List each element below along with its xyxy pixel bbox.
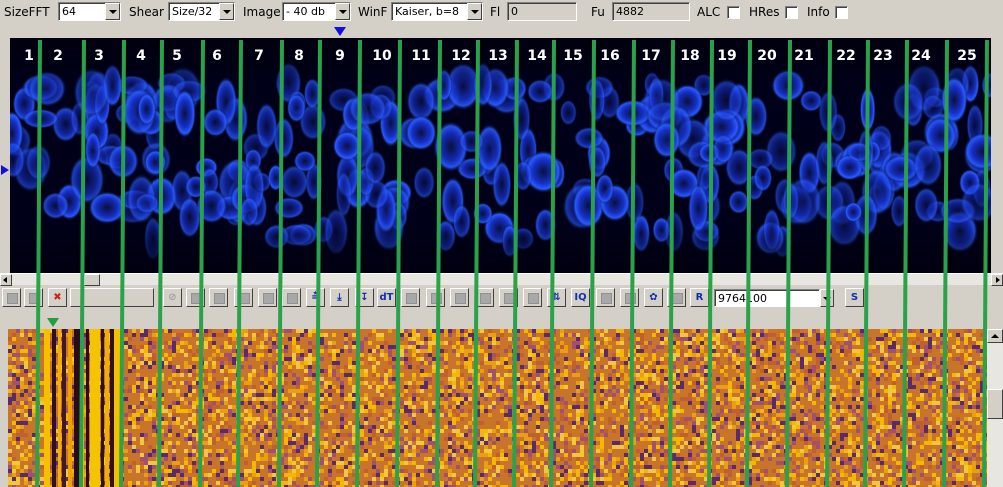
frequency-marker-icon[interactable]	[334, 27, 346, 36]
image-label: Image	[243, 5, 281, 19]
toolbar-button-16[interactable]	[667, 288, 686, 307]
level-marker-icon[interactable]	[1, 165, 9, 175]
hres-label: HRes	[749, 5, 780, 19]
frequency-dropdown-icon[interactable]	[820, 289, 834, 307]
hres-checkbox[interactable]	[785, 6, 798, 19]
scroll-thumb-vertical[interactable]	[987, 389, 1003, 419]
alc-checkbox[interactable]	[727, 6, 740, 19]
chevron-down-icon[interactable]	[219, 3, 234, 20]
winf-label: WinF	[358, 5, 388, 19]
chevron-down-icon[interactable]	[467, 3, 482, 20]
toolbar-button-10[interactable]	[450, 288, 469, 307]
chevron-down-icon[interactable]	[335, 3, 350, 20]
waterfall-panel	[0, 309, 1003, 487]
fu-field: 4882	[612, 2, 690, 21]
shear-label: Shear	[129, 5, 164, 19]
toolbar-button-13[interactable]	[523, 288, 542, 307]
fu-label: Fu	[591, 5, 605, 19]
shear-select[interactable]: Size/32	[168, 2, 235, 21]
toolbar-button-7[interactable]	[282, 288, 301, 307]
toolbar-button-14[interactable]	[596, 288, 615, 307]
shear-value: Size/32	[172, 5, 213, 18]
alc-label: ALC	[697, 5, 721, 19]
frequency-value: 9764100	[718, 292, 767, 305]
sizefft-label: SizeFFT	[4, 5, 50, 19]
stop-icon[interactable]: ⊘	[163, 288, 182, 307]
refresh-icon[interactable]: ✿	[644, 288, 663, 307]
toolbar-button-1[interactable]	[2, 288, 21, 307]
spectrum-display[interactable]	[10, 38, 991, 275]
vertical-scrollbar[interactable]	[987, 329, 1003, 487]
scroll-right-icon[interactable]	[991, 274, 1003, 286]
fl-field: 0	[507, 2, 577, 21]
winf-value: Kaiser, b=8	[395, 5, 460, 18]
cancel-icon[interactable]: ✖	[48, 288, 67, 307]
toolbar-button-6[interactable]	[258, 288, 277, 307]
spectrum-panel	[0, 25, 1003, 287]
toolbar-button-3[interactable]	[186, 288, 205, 307]
winf-select[interactable]: Kaiser, b=8	[391, 2, 483, 21]
fl-label: Fl	[490, 5, 501, 19]
scroll-thumb[interactable]	[84, 274, 100, 286]
horizontal-scrollbar[interactable]	[0, 273, 1003, 286]
r-button[interactable]: R	[690, 288, 709, 307]
toolbar: ✖ ⊘ ≛ ⤓ ↧ dT ⇅ IQ ✿ R 9764100 S	[0, 287, 1003, 309]
toolbar-button-4[interactable]	[209, 288, 228, 307]
toolbar-button-2[interactable]	[24, 288, 43, 307]
align-down-icon[interactable]: ↧	[355, 288, 374, 307]
image-select[interactable]: - 40 db	[282, 2, 351, 21]
toolbar-button-8[interactable]	[401, 288, 420, 307]
swap-icon[interactable]: ⇅	[547, 288, 566, 307]
toolbar-button-11[interactable]	[475, 288, 494, 307]
frequency-input[interactable]: 9764100	[714, 289, 820, 307]
toolbar-button-12[interactable]	[499, 288, 518, 307]
toolbar-button-15[interactable]	[620, 288, 639, 307]
fu-value: 4882	[616, 5, 644, 18]
scroll-left-icon[interactable]	[0, 274, 12, 286]
iq-button[interactable]: IQ	[571, 288, 590, 307]
info-checkbox[interactable]	[835, 6, 848, 19]
s-button[interactable]: S	[845, 288, 864, 307]
cursor-marker-icon[interactable]	[47, 318, 59, 327]
align-bottom-icon[interactable]: ⤓	[330, 288, 349, 307]
align-top-icon[interactable]: ≛	[306, 288, 325, 307]
scroll-up-icon[interactable]	[987, 329, 1003, 343]
sizefft-value: 64	[62, 5, 76, 18]
toolbar-button-9[interactable]	[426, 288, 445, 307]
dt-button[interactable]: dT	[377, 288, 396, 307]
toolbar-button-5[interactable]	[234, 288, 253, 307]
image-value: - 40 db	[286, 5, 325, 18]
waterfall-display[interactable]	[8, 329, 988, 487]
fl-value: 0	[511, 5, 518, 18]
sizefft-select[interactable]: 64	[58, 2, 121, 21]
progress-field	[70, 288, 154, 307]
parameter-bar: SizeFFT 64 Shear Size/32 Image - 40 db W…	[0, 0, 1003, 25]
chevron-down-icon[interactable]	[105, 3, 120, 20]
info-label: Info	[807, 5, 830, 19]
